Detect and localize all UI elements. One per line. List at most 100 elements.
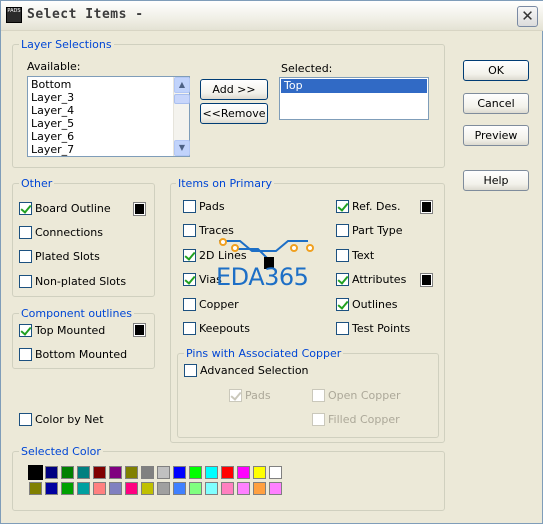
attributes-checkbox[interactable] — [336, 273, 349, 286]
color-cell[interactable] — [269, 482, 282, 495]
pins-pads-checkbox[interactable] — [229, 389, 242, 402]
color-cell[interactable] — [237, 466, 250, 479]
selected-layer-item[interactable]: Top — [281, 79, 427, 93]
help-button[interactable]: Help — [463, 170, 529, 191]
color-cell[interactable] — [189, 466, 202, 479]
color-palette[interactable] — [28, 464, 287, 500]
color-cell[interactable] — [157, 482, 170, 495]
traces-label[interactable]: Traces — [199, 224, 234, 237]
available-list-scrollbar[interactable]: ▲ ▼ — [173, 77, 190, 156]
color-cell[interactable] — [109, 482, 122, 495]
pads-checkbox[interactable] — [183, 200, 196, 213]
color-cell[interactable] — [221, 466, 234, 479]
color-cell[interactable] — [189, 482, 202, 495]
vias-checkbox[interactable] — [183, 273, 196, 286]
test-points-label[interactable]: Test Points — [352, 322, 410, 335]
color-cell[interactable] — [45, 466, 58, 479]
connections-label[interactable]: Connections — [35, 226, 103, 239]
ok-button[interactable]: OK — [463, 60, 529, 81]
attributes-label[interactable]: Attributes — [352, 273, 406, 286]
available-layer-item[interactable]: Bottom — [28, 78, 174, 91]
color-cell[interactable] — [205, 466, 218, 479]
color-cell[interactable] — [61, 466, 74, 479]
ref-des-label[interactable]: Ref. Des. — [352, 200, 400, 213]
top-mounted-label[interactable]: Top Mounted — [35, 324, 105, 337]
scroll-thumb[interactable] — [174, 94, 190, 104]
copper-label[interactable]: Copper — [199, 298, 239, 311]
non-plated-slots-checkbox[interactable] — [19, 275, 32, 288]
color-cell[interactable] — [157, 466, 170, 479]
advanced-selection-checkbox[interactable] — [184, 364, 197, 377]
color-cell[interactable] — [253, 482, 266, 495]
top-mounted-color-swatch[interactable] — [133, 323, 146, 337]
color-cell[interactable] — [77, 466, 90, 479]
color-cell[interactable] — [93, 482, 106, 495]
plated-slots-checkbox[interactable] — [19, 250, 32, 263]
cancel-button[interactable]: Cancel — [463, 93, 529, 114]
title-bar[interactable]: PADS Select Items - ✕ — [1, 1, 543, 31]
connections-checkbox[interactable] — [19, 226, 32, 239]
bottom-mounted-checkbox[interactable] — [19, 348, 32, 361]
available-layer-item[interactable]: Layer_6 — [28, 130, 174, 143]
color-by-net-label[interactable]: Color by Net — [35, 413, 104, 426]
color-cell[interactable] — [61, 482, 74, 495]
remove-button[interactable]: <<Remove — [200, 103, 268, 124]
attributes-color-swatch[interactable] — [420, 273, 433, 287]
color-cell[interactable] — [269, 466, 282, 479]
test-points-checkbox[interactable] — [336, 322, 349, 335]
color-cell[interactable] — [205, 482, 218, 495]
pads-label[interactable]: Pads — [199, 200, 225, 213]
top-mounted-checkbox[interactable] — [19, 324, 32, 337]
part-type-checkbox[interactable] — [336, 224, 349, 237]
board-outline-checkbox[interactable] — [19, 202, 32, 215]
available-layer-item[interactable]: Layer_5 — [28, 117, 174, 130]
ref-des-checkbox[interactable] — [336, 200, 349, 213]
open-copper-checkbox[interactable] — [312, 389, 325, 402]
text-label[interactable]: Text — [352, 249, 374, 262]
color-cell[interactable] — [28, 465, 43, 480]
scroll-down-icon[interactable]: ▼ — [174, 140, 190, 156]
add-button[interactable]: Add >> — [200, 79, 268, 100]
keepouts-label[interactable]: Keepouts — [199, 322, 250, 335]
2d-lines-checkbox[interactable] — [183, 249, 196, 262]
color-cell[interactable] — [125, 466, 138, 479]
color-cell[interactable] — [253, 466, 266, 479]
color-cell[interactable] — [221, 482, 234, 495]
scroll-up-icon[interactable]: ▲ — [174, 77, 190, 93]
color-cell[interactable] — [109, 466, 122, 479]
outlines-checkbox[interactable] — [336, 298, 349, 311]
part-type-label[interactable]: Part Type — [352, 224, 402, 237]
copper-checkbox[interactable] — [183, 298, 196, 311]
color-by-net-checkbox[interactable] — [19, 413, 32, 426]
board-outline-color-swatch[interactable] — [133, 202, 146, 216]
color-cell[interactable] — [29, 482, 42, 495]
color-cell[interactable] — [173, 466, 186, 479]
bottom-mounted-label[interactable]: Bottom Mounted — [35, 348, 127, 361]
color-cell[interactable] — [77, 482, 90, 495]
available-layer-item[interactable]: Layer_4 — [28, 104, 174, 117]
text-checkbox[interactable] — [336, 249, 349, 262]
plated-slots-label[interactable]: Plated Slots — [35, 250, 100, 263]
color-cell[interactable] — [141, 466, 154, 479]
advanced-selection-label[interactable]: Advanced Selection — [200, 364, 309, 377]
selected-layers-list[interactable]: Top — [279, 77, 429, 120]
ref-des-color-swatch[interactable] — [420, 200, 433, 214]
color-cell[interactable] — [45, 482, 58, 495]
board-outline-label[interactable]: Board Outline — [35, 202, 111, 215]
color-cell[interactable] — [93, 466, 106, 479]
traces-checkbox[interactable] — [183, 224, 196, 237]
non-plated-slots-label[interactable]: Non-plated Slots — [35, 275, 126, 288]
color-cell[interactable] — [141, 482, 154, 495]
available-layer-item[interactable]: Layer_7 — [28, 143, 174, 156]
color-cell[interactable] — [173, 482, 186, 495]
filled-copper-checkbox[interactable] — [312, 413, 325, 426]
color-cell[interactable] — [237, 482, 250, 495]
outlines-label[interactable]: Outlines — [352, 298, 398, 311]
available-layers-list[interactable]: Bottom Layer_3 Layer_4 Layer_5 Layer_6 Layer_… — [27, 76, 190, 157]
keepouts-checkbox[interactable] — [183, 322, 196, 335]
available-layer-item[interactable]: Layer_3 — [28, 91, 174, 104]
pins-pads-label: Pads — [245, 389, 271, 402]
preview-button[interactable]: Preview — [463, 125, 529, 146]
close-button[interactable]: ✕ — [517, 6, 538, 27]
color-cell[interactable] — [125, 482, 138, 495]
